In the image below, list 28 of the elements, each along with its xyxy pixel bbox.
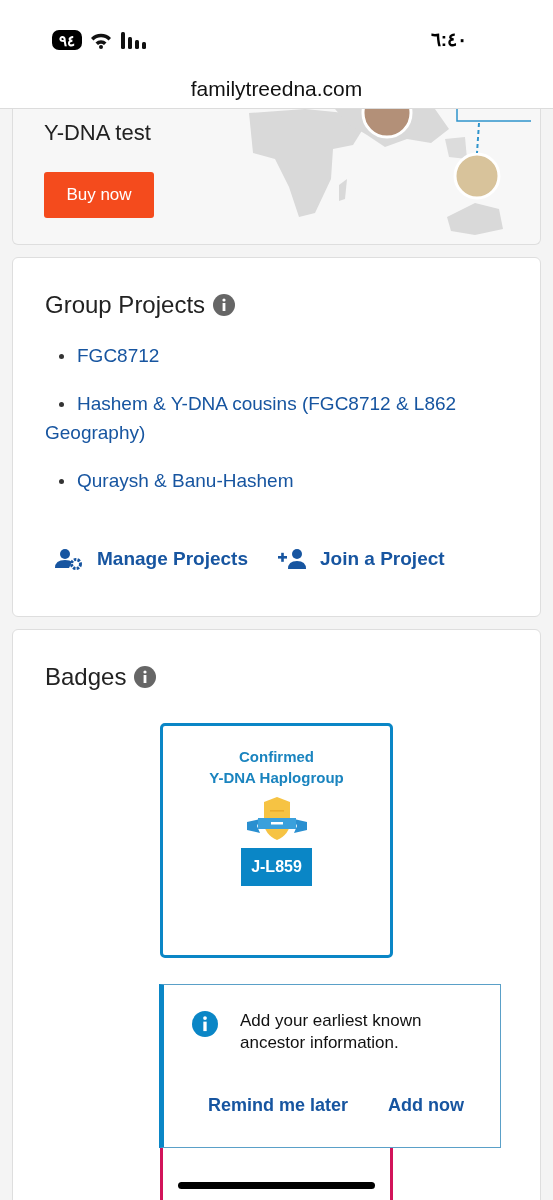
- buy-now-button[interactable]: Buy now: [44, 172, 154, 218]
- notice-link[interactable]: Remind me later: [208, 1092, 349, 1119]
- info-icon[interactable]: [134, 666, 157, 688]
- person-gear-icon: [55, 548, 85, 571]
- project-link[interactable]: Hashem & Y-DNA cousins (FGC8712 & L862 Geography): [45, 389, 508, 447]
- status-time: ٦:٤٠: [430, 28, 467, 52]
- info-icon[interactable]: [213, 294, 236, 316]
- badge-ribbon-icon: [245, 796, 308, 842]
- bullet-icon: [59, 402, 64, 408]
- section-title: Badges: [45, 662, 127, 692]
- battery-indicator: ٩٤: [52, 30, 82, 51]
- wifi-icon: [90, 31, 112, 49]
- add-person-icon: [278, 548, 308, 571]
- bullet-icon: [59, 479, 64, 485]
- project-action-link[interactable]: Join a Project: [278, 545, 445, 574]
- url-text[interactable]: familytreedna.com: [190, 72, 363, 104]
- section-title: Group Projects: [45, 290, 206, 320]
- project-link[interactable]: FGC8712: [45, 341, 508, 370]
- project-link[interactable]: Quraysh & Banu-Hashem: [45, 466, 508, 495]
- signal-icon: [120, 31, 148, 50]
- promo-title: Y-DNA test: [44, 119, 152, 147]
- info-icon: [192, 1011, 218, 1037]
- bullet-icon: [59, 354, 64, 360]
- haplogroup-tag: J-L859: [241, 848, 312, 886]
- project-action-link[interactable]: Manage Projects: [55, 545, 248, 574]
- notice-link[interactable]: Add now: [388, 1092, 465, 1119]
- badge-title: Confirmed Y-DNA Haplogroup: [209, 747, 344, 788]
- notice-text: Add your earliest known ancestor information.: [240, 1010, 423, 1054]
